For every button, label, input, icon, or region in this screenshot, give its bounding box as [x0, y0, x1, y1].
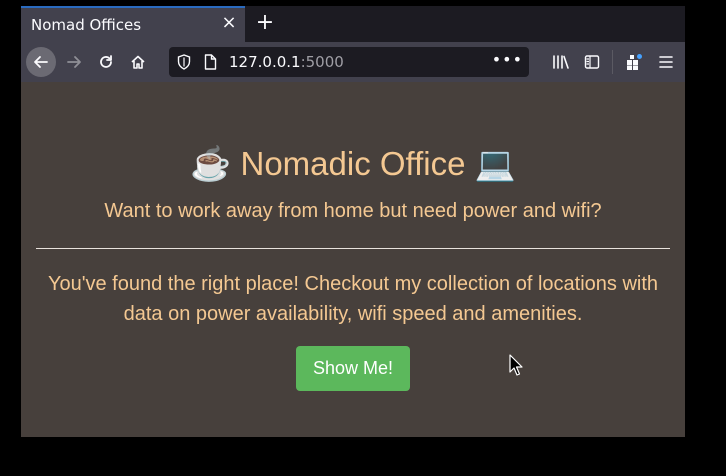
sidebar-icon: [584, 55, 600, 69]
page-actions-menu-icon[interactable]: •••: [492, 50, 523, 69]
menu-button[interactable]: [652, 48, 680, 76]
tab-title: Nomad Offices: [31, 16, 142, 34]
tab-bar: Nomad Offices × +: [21, 6, 685, 42]
tab-close-icon[interactable]: ×: [220, 14, 238, 32]
library-icon: [553, 55, 569, 69]
reload-icon: [100, 55, 112, 68]
intro-paragraph: You've found the right place! Checkout m…: [47, 273, 659, 325]
extensions-button[interactable]: [620, 48, 648, 76]
tab-nomad-offices[interactable]: Nomad Offices: [21, 6, 245, 42]
forward-button[interactable]: [60, 48, 88, 76]
page-title-text: Nomadic Office: [240, 145, 466, 182]
url-host: 127.0.0.1: [229, 53, 301, 71]
mouse-cursor-icon: [509, 354, 523, 376]
url-bar[interactable]: 127.0.0.1:5000 •••: [169, 47, 529, 77]
browser-window: Nomad Offices × + 127.0.0.1:5000 ••• ☕ N…: [21, 6, 685, 437]
new-tab-button[interactable]: +: [253, 11, 277, 35]
page-icon: [204, 54, 217, 70]
page-title: ☕ Nomadic Office 💻: [21, 145, 685, 184]
url-text: 127.0.0.1:5000: [229, 53, 344, 71]
back-arrow-icon: [34, 56, 48, 68]
home-button[interactable]: [124, 48, 152, 76]
navigation-toolbar: 127.0.0.1:5000 •••: [21, 42, 685, 82]
back-button[interactable]: [26, 47, 56, 77]
coffee-icon: ☕: [190, 145, 232, 182]
home-icon: [131, 55, 145, 69]
horizontal-divider: [36, 248, 670, 249]
url-port: :5000: [300, 53, 344, 71]
hamburger-menu-icon: [659, 56, 673, 68]
library-button[interactable]: [547, 48, 575, 76]
toolbar-separator: [612, 50, 613, 74]
show-me-button[interactable]: Show Me!: [296, 346, 410, 391]
shield-icon: [177, 54, 191, 70]
reload-button[interactable]: [92, 48, 120, 76]
extensions-icon: [627, 54, 642, 70]
forward-arrow-icon: [67, 56, 81, 68]
sidebar-button[interactable]: [578, 48, 606, 76]
laptop-icon: 💻: [474, 145, 516, 182]
page-content: ☕ Nomadic Office 💻 Want to work away fro…: [21, 82, 685, 437]
page-subtitle: Want to work away from home but need pow…: [104, 200, 602, 222]
